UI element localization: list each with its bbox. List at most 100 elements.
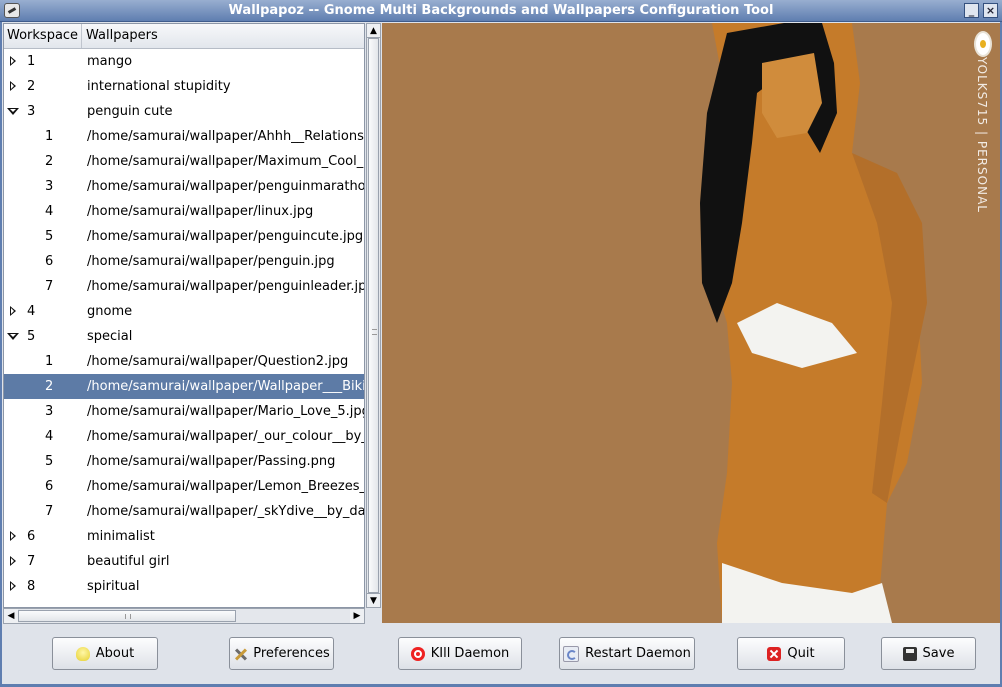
expander-closed-icon[interactable] xyxy=(10,556,16,566)
save-button[interactable]: Save xyxy=(881,637,976,670)
row-number: 6 xyxy=(45,479,54,494)
wallpaper-row[interactable]: 1/home/samurai/wallpaper/Question2.jpg xyxy=(4,349,364,374)
workspace-row[interactable]: 6 minimalist xyxy=(4,524,364,549)
row-number: 5 xyxy=(45,229,54,244)
scroll-down-arrow-icon[interactable]: ▼ xyxy=(367,593,380,607)
row-number: 7 xyxy=(27,554,36,569)
quit-button[interactable]: Quit xyxy=(737,637,845,670)
column-header-workspace[interactable]: Workspace xyxy=(4,24,82,48)
wallpaper-row[interactable]: 1/home/samurai/wallpaper/Ahhh__Relations… xyxy=(4,124,364,149)
preferences-button[interactable]: Preferences xyxy=(229,637,334,670)
wallpaper-path: /home/samurai/wallpaper/penguincute.jpg xyxy=(87,229,364,244)
tree-rows: 1 mango 2 international stupidity 3 penguin c… xyxy=(4,49,364,599)
workspace-name: penguin cute xyxy=(87,104,173,119)
preferences-label: Preferences xyxy=(253,646,330,661)
scroll-up-arrow-icon[interactable]: ▲ xyxy=(367,24,380,38)
wallpaper-path: /home/samurai/wallpaper/Ahhh__Relationsh xyxy=(87,129,364,144)
workspace-row[interactable]: 8 spiritual xyxy=(4,574,364,599)
workspace-row[interactable]: 2 international stupidity xyxy=(4,74,364,99)
wallpaper-row[interactable]: 2/home/samurai/wallpaper/Maximum_Cool_N xyxy=(4,149,364,174)
wallpaper-row[interactable]: 5/home/samurai/wallpaper/Passing.png xyxy=(4,449,364,474)
minimize-button[interactable]: _ xyxy=(964,3,979,18)
row-number: 3 xyxy=(45,404,54,419)
wallpaper-row[interactable]: 6/home/samurai/wallpaper/Lemon_Breezes_b xyxy=(4,474,364,499)
wallpaper-path: /home/samurai/wallpaper/Passing.png xyxy=(87,454,336,469)
row-number: 1 xyxy=(45,354,54,369)
wallpaper-path: /home/samurai/wallpaper/Maximum_Cool_N xyxy=(87,154,364,169)
scroll-left-arrow-icon[interactable]: ◀ xyxy=(4,609,18,623)
quit-icon xyxy=(767,646,782,661)
expander-closed-icon[interactable] xyxy=(10,581,16,591)
expander-closed-icon[interactable] xyxy=(10,81,16,91)
row-number: 4 xyxy=(27,304,36,319)
expander-open-icon[interactable] xyxy=(7,333,19,340)
workspace-name: gnome xyxy=(87,304,133,319)
about-button[interactable]: About xyxy=(52,637,158,670)
wallpaper-path: /home/samurai/wallpaper/_skYdive__by_dar… xyxy=(87,504,364,519)
horizontal-scrollbar[interactable]: ◀ ▶ xyxy=(3,608,365,624)
wallpaper-row[interactable]: 5/home/samurai/wallpaper/penguincute.jpg xyxy=(4,224,364,249)
row-number: 2 xyxy=(45,154,54,169)
wallpaper-path: /home/samurai/wallpaper/penguinmarathon xyxy=(87,179,364,194)
workspace-row[interactable]: 5 special xyxy=(4,324,364,349)
column-header-wallpapers[interactable]: Wallpapers xyxy=(82,24,158,48)
row-number: 3 xyxy=(27,104,36,119)
wallpaper-row[interactable]: 7/home/samurai/wallpaper/_skYdive__by_da… xyxy=(4,499,364,524)
watermark-logo xyxy=(974,31,992,57)
workspace-row[interactable]: 7 beautiful girl xyxy=(4,549,364,574)
row-number: 1 xyxy=(45,129,54,144)
floppy-disk-icon xyxy=(902,646,917,661)
wallpaper-row[interactable]: 3/home/samurai/wallpaper/Mario_Love_5.jp… xyxy=(4,399,364,424)
row-number: 4 xyxy=(45,204,54,219)
expander-open-icon[interactable] xyxy=(7,108,19,115)
wallpaper-preview: YOLKS715 | PERSONAL xyxy=(382,23,1000,623)
expander-closed-icon[interactable] xyxy=(10,531,16,541)
wallpaper-row[interactable]: 2/home/samurai/wallpaper/Wallpaper___Bik… xyxy=(4,374,364,399)
workspace-row[interactable]: 4 gnome xyxy=(4,299,364,324)
vertical-scroll-thumb[interactable] xyxy=(368,38,379,593)
wallpaper-path: /home/samurai/wallpaper/Lemon_Breezes_b xyxy=(87,479,364,494)
wallpaper-row[interactable]: 4/home/samurai/wallpaper/linux.jpg xyxy=(4,199,364,224)
expander-closed-icon[interactable] xyxy=(10,306,16,316)
wallpaper-row[interactable]: 3/home/samurai/wallpaper/penguinmarathon xyxy=(4,174,364,199)
workspace-name: spiritual xyxy=(87,579,140,594)
workspace-row[interactable]: 1 mango xyxy=(4,49,364,74)
wallpaper-path: /home/samurai/wallpaper/Mario_Love_5.jpg xyxy=(87,404,364,419)
restart-icon xyxy=(563,645,580,662)
row-number: 3 xyxy=(45,179,54,194)
row-number: 6 xyxy=(27,529,36,544)
save-label: Save xyxy=(922,646,955,661)
row-number: 5 xyxy=(27,329,36,344)
wallpaper-row[interactable]: 7/home/samurai/wallpaper/penguinleader.j… xyxy=(4,274,364,299)
row-number: 4 xyxy=(45,429,54,444)
close-button[interactable]: × xyxy=(983,3,998,18)
about-label: About xyxy=(95,646,135,661)
kill-daemon-label: KIll Daemon xyxy=(430,646,510,661)
vertical-scrollbar[interactable]: ▲ ▼ xyxy=(366,23,381,608)
expander-closed-icon[interactable] xyxy=(10,56,16,66)
wallpaper-path: /home/samurai/wallpaper/Question2.jpg xyxy=(87,354,349,369)
window-border-left xyxy=(0,22,2,687)
scroll-right-arrow-icon[interactable]: ▶ xyxy=(350,609,364,623)
restart-daemon-button[interactable]: Restart Daemon xyxy=(559,637,695,670)
window-title: Wallpapoz -- Gnome Multi Backgrounds and… xyxy=(228,3,774,18)
row-number: 2 xyxy=(27,79,36,94)
row-number: 6 xyxy=(45,254,54,269)
workspace-tree[interactable]: Workspace Wallpapers 1 mango 2 internationa… xyxy=(3,23,365,608)
row-number: 5 xyxy=(45,454,54,469)
workspace-name: mango xyxy=(87,54,133,69)
horizontal-scroll-thumb[interactable] xyxy=(18,610,236,622)
row-number: 7 xyxy=(45,504,54,519)
tree-header: Workspace Wallpapers xyxy=(4,24,364,49)
wallpaper-path: /home/samurai/wallpaper/penguin.jpg xyxy=(87,254,335,269)
wallpaper-path: /home/samurai/wallpaper/Wallpaper___Biki… xyxy=(87,379,364,394)
workspace-name: special xyxy=(87,329,133,344)
kill-daemon-button[interactable]: KIll Daemon xyxy=(398,637,522,670)
workspace-row[interactable]: 3 penguin cute xyxy=(4,99,364,124)
row-number: 2 xyxy=(45,379,54,394)
wallpaper-path: /home/samurai/wallpaper/penguinleader.jp… xyxy=(87,279,364,294)
wallpaper-row[interactable]: 4/home/samurai/wallpaper/_our_colour__by… xyxy=(4,424,364,449)
wallpaper-row[interactable]: 6/home/samurai/wallpaper/penguin.jpg xyxy=(4,249,364,274)
workspace-name: minimalist xyxy=(87,529,155,544)
wallpaper-path: /home/samurai/wallpaper/_our_colour__by_… xyxy=(87,429,364,444)
